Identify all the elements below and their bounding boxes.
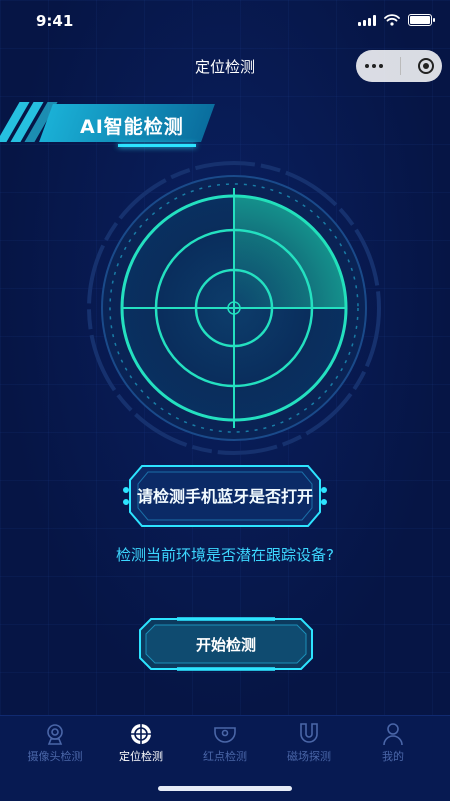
start-detection-button[interactable]: 开始检测 <box>137 616 315 672</box>
battery-icon <box>408 14 435 26</box>
mini-program-capsule <box>356 50 442 82</box>
user-icon <box>383 723 403 746</box>
start-button-label: 开始检测 <box>195 636 256 654</box>
magnet-icon <box>300 723 318 743</box>
status-bar: 9:41 <box>0 0 450 44</box>
tab-mine[interactable]: 我的 <box>348 716 438 776</box>
status-icons <box>358 14 435 26</box>
capsule-divider <box>399 57 401 75</box>
tab-camera-detection[interactable]: 摄像头检测 <box>10 716 100 776</box>
radar-scope <box>87 161 381 455</box>
tab-magnetic-detection[interactable]: 磁场探测 <box>264 716 354 776</box>
tab-label: 定位检测 <box>119 750 163 763</box>
status-time: 9:41 <box>36 12 74 30</box>
tab-label: 磁场探测 <box>287 750 331 763</box>
prompt-text: 请检测手机蓝牙是否打开 <box>136 487 313 506</box>
crosshair-icon <box>131 724 151 744</box>
more-icon[interactable] <box>364 64 383 68</box>
banner-underline <box>118 144 196 147</box>
home-indicator <box>158 786 292 791</box>
tab-label: 我的 <box>382 750 404 763</box>
red-dot-icon <box>214 727 236 743</box>
tab-red-dot-detection[interactable]: 红点检测 <box>180 716 270 776</box>
wifi-icon <box>384 14 400 26</box>
tab-label: 红点检测 <box>203 750 247 763</box>
tab-label: 摄像头检测 <box>27 750 83 763</box>
detection-question: 检测当前环境是否潜在跟踪设备? <box>116 546 334 564</box>
bluetooth-prompt: 请检测手机蓝牙是否打开 <box>120 462 330 530</box>
camera-icon <box>47 724 63 745</box>
cellular-signal-icon <box>358 14 376 26</box>
close-target-icon[interactable] <box>417 58 434 74</box>
tab-location-detection[interactable]: 定位检测 <box>96 716 186 776</box>
banner-title: AI智能检测 <box>80 116 184 138</box>
ai-banner: AI智能检测 <box>0 102 220 147</box>
